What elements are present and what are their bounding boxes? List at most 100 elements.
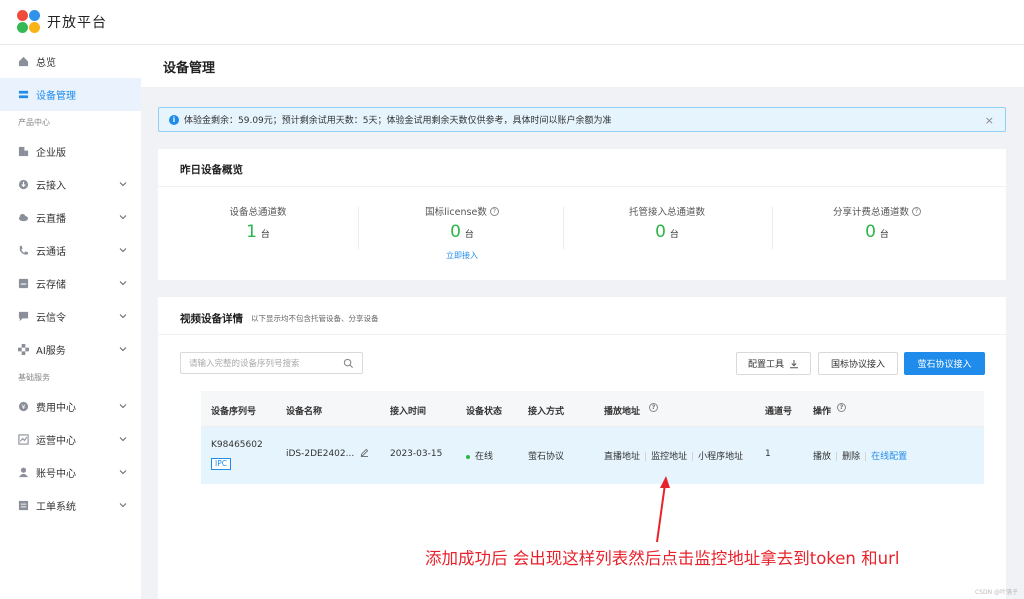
chevron-down-icon [119,248,127,253]
status-text: 在线 [475,452,494,462]
building-icon [18,146,29,157]
stat-label: 托管接入总通道数 [628,207,705,218]
details-title: 视频设备详情 [180,313,243,325]
access-now-link[interactable]: 立即接入 [362,250,562,261]
serial-search-input[interactable]: 请输入完整的设备序列号搜索 [180,352,363,374]
sidebar-item-tickets[interactable]: 工单系统 [0,489,141,522]
separator: | [691,452,695,462]
sidebar-item-label: 工单系统 [36,502,76,513]
sidebar-item-label: 企业版 [36,148,66,159]
monitor-address-link[interactable]: 监控地址 [651,452,687,462]
mini-program-address-link[interactable]: 小程序地址 [698,452,743,462]
help-icon[interactable]: ? [489,206,499,216]
sidebar: 总览 设备管理 产品中心 企业版 云接入 云直播 云通话 云存储 云信令 AI服… [0,45,141,599]
top-bar: 开放平台 [0,0,1024,45]
table-row: K98465602 IPC iDS-2DE2402... 2023-03-15 … [201,427,984,484]
phone-icon [19,245,29,255]
separator: | [835,452,839,462]
stat-total-channels: 设备总通道数 1台 [158,204,358,242]
sidebar-item-label: 运营中心 [36,436,76,447]
sidebar-item-ai-service[interactable]: AI服务 [0,333,141,366]
download-icon [790,359,798,368]
sidebar-item-cloud-call[interactable]: 云通话 [0,234,141,267]
sidebar-item-cloud-storage[interactable]: 云存储 [0,267,141,300]
stat-value: 0 [655,222,666,242]
money-icon: ¥ [18,401,29,412]
gb-protocol-access-button[interactable]: 国标协议接入 [818,352,898,375]
chevron-down-icon [119,470,127,475]
sidebar-item-operations[interactable]: 运营中心 [0,423,141,456]
sidebar-item-account[interactable]: 账号中心 [0,456,141,489]
stat-hosted-channels: 托管接入总通道数 0台 [567,204,767,242]
online-config-link[interactable]: 在线配置 [871,452,907,462]
ys-protocol-access-button[interactable]: 萤石协议接入 [904,352,985,375]
stat-unit: 台 [879,230,889,240]
sidebar-item-label: 账号中心 [36,469,76,480]
sidebar-group-basic: 基础服务 [18,373,50,382]
stat-unit: 台 [260,230,270,240]
help-icon[interactable]: ? [649,403,658,412]
sidebar-item-label: 设备管理 [36,91,76,102]
page-title: 设备管理 [163,60,216,76]
overview-title: 昨日设备概览 [180,164,243,176]
play-link[interactable]: 播放 [813,452,831,462]
chevron-down-icon [119,314,127,319]
sidebar-item-cloud-signal[interactable]: 云信令 [0,300,141,333]
help-icon[interactable]: ? [912,206,921,216]
details-subtitle: 以下显示均不包含托管设备、分享设备 [251,314,379,323]
stat-label: 国标license数 [425,207,487,218]
sidebar-item-label: 云存储 [36,280,66,291]
watermark: CSDN @叶落子 [974,589,1018,596]
close-icon[interactable]: × [985,114,994,127]
ticket-icon [18,500,29,511]
column-header: 通道号 [765,407,793,417]
cloud-download-icon [18,179,29,190]
search-icon[interactable] [343,358,354,369]
stat-value: 0 [865,222,876,242]
sidebar-item-overview[interactable]: 总览 [0,45,141,78]
chevron-down-icon [119,437,127,442]
divider [563,207,564,249]
sidebar-item-label: 云接入 [36,181,66,192]
chevron-down-icon [119,182,127,187]
sidebar-item-billing[interactable]: ¥ 费用中心 [0,390,141,423]
page-header: 设备管理 [141,45,1024,87]
app-title: 开放平台 [47,15,107,31]
config-tool-button[interactable]: 配置工具 [736,352,811,375]
message-icon [18,311,29,322]
stat-value: 1 [246,222,257,242]
annotation-text: 添加成功后 会出现这样列表然后点击监控地址拿去到token 和url [425,549,900,568]
device-serial: K98465602 [211,440,263,450]
storage-icon [18,278,29,289]
sidebar-item-cloud-live[interactable]: 云直播 [0,201,141,234]
sidebar-item-cloud-access[interactable]: 云接入 [0,168,141,201]
online-status-dot [466,454,470,459]
live-address-link[interactable]: 直播地址 [604,452,640,462]
divider [158,334,1006,335]
sidebar-item-enterprise[interactable]: 企业版 [0,135,141,168]
sidebar-item-label: 费用中心 [36,403,76,414]
edit-icon[interactable] [360,448,369,457]
dashboard-icon [18,56,29,67]
button-label: 配置工具 [747,360,784,370]
device-list-icon [18,90,29,99]
delete-link[interactable]: 删除 [842,452,860,462]
sidebar-item-device-management[interactable]: 设备管理 [0,78,141,111]
stat-label: 设备总通道数 [229,207,287,218]
annotation-arrow [656,476,670,543]
stat-unit: 台 [464,230,474,240]
sidebar-item-label: AI服务 [36,346,66,357]
device-type-tag: IPC [211,458,231,470]
overview-card: 昨日设备概览 设备总通道数 1台 国标license数? 0台 立即接入 托管接… [158,149,1006,280]
info-alert: i 体验金剩余：59.09元；预计剩余试用天数：5天；体验金试用剩余天数仅供参考… [158,107,1006,132]
logo-icon [17,10,41,34]
divider [358,207,359,249]
user-icon [18,467,29,478]
table-header: 设备序列号 设备名称 接入时间 设备状态 接入方式 播放地址 ? 通道号 操作 … [201,391,984,427]
alert-text: 体验金剩余：59.09元；预计剩余试用天数：5天；体验金试用剩余天数仅供参考，具… [184,116,612,126]
divider [158,186,1006,187]
search-placeholder: 请输入完整的设备序列号搜索 [189,359,300,369]
button-label: 萤石协议接入 [917,360,972,370]
help-icon[interactable]: ? [837,403,846,412]
separator: | [864,452,868,462]
